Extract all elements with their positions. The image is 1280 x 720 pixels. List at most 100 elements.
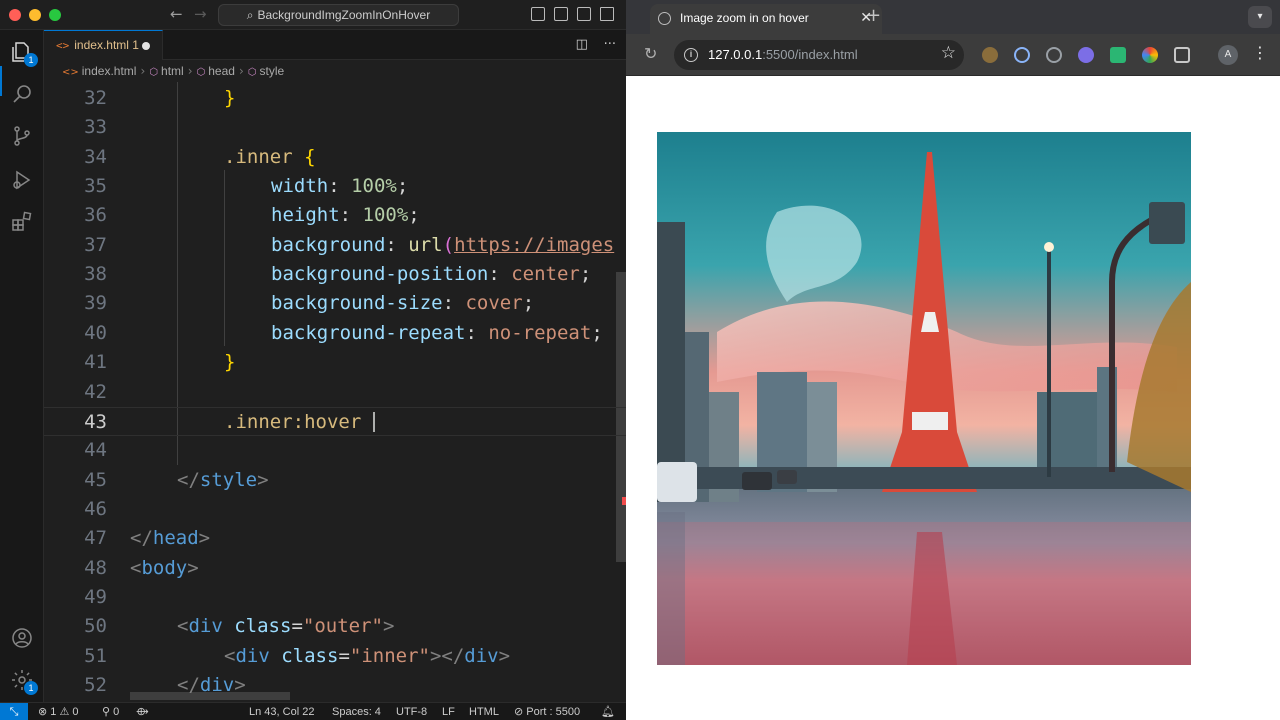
extension-redux-icon[interactable]: [1078, 47, 1094, 63]
code-line[interactable]: 52 </div>: [44, 671, 626, 700]
extensions-puzzle-icon[interactable]: [1174, 47, 1190, 63]
close-window-button[interactable]: [9, 9, 21, 21]
code-text: <div class="inner"></div>: [224, 644, 511, 667]
code-text: width: 100%;: [271, 175, 409, 198]
code-editor[interactable]: 32} 33 34 .inner { 35 width: 100%; 36 height: 1…: [44, 82, 626, 702]
code-line[interactable]: 51 <div class="inner"></div>: [44, 642, 626, 671]
more-actions-icon[interactable]: ···: [604, 37, 616, 52]
code-line[interactable]: 46: [44, 495, 626, 524]
bookmark-star-icon[interactable]: ☆: [941, 43, 956, 63]
outer-container: [657, 132, 1191, 665]
code-line[interactable]: 32}: [44, 84, 626, 113]
browser-menu-icon[interactable]: ⋮: [1252, 43, 1268, 62]
line-number: 35: [84, 175, 107, 198]
code-text: height: 100%;: [271, 204, 420, 227]
code-line[interactable]: 41}: [44, 348, 626, 377]
maximize-window-button[interactable]: [49, 9, 61, 21]
code-line[interactable]: 36 height: 100%;: [44, 201, 626, 230]
accounts-icon[interactable]: [10, 626, 34, 650]
code-text: </head>: [130, 527, 211, 550]
line-number: 40: [84, 321, 107, 344]
extension-vue-icon[interactable]: [1110, 47, 1126, 63]
screen: ← → ⌕ BackgroundImgZoomInOnHover 1 1 <> …: [0, 0, 1280, 720]
code-line[interactable]: 43 .inner:hover: [44, 406, 626, 436]
code-line[interactable]: 47 </head>: [44, 524, 626, 553]
new-tab-button[interactable]: +: [866, 5, 881, 26]
code-line[interactable]: 39 background-size: cover;: [44, 289, 626, 318]
code-line[interactable]: 42: [44, 378, 626, 407]
remote-indicator-icon[interactable]: ⤡: [0, 703, 28, 720]
tab-search-chevron-down-icon[interactable]: ▾: [1248, 6, 1272, 28]
code-line[interactable]: 40 background-repeat: no-repeat;: [44, 319, 626, 348]
notifications-bell-icon[interactable]: 🔔︎: [601, 703, 615, 720]
toggle-secondary-sidebar-icon[interactable]: [577, 7, 591, 21]
code-line[interactable]: 48 <body>: [44, 554, 626, 583]
toggle-panel-icon[interactable]: [554, 7, 568, 21]
code-text: background-repeat: no-repeat;: [271, 321, 603, 344]
back-arrow-icon[interactable]: ←: [170, 5, 183, 23]
code-line[interactable]: 45 </style>: [44, 466, 626, 495]
reload-icon[interactable]: ↻: [644, 44, 657, 63]
cursor-position[interactable]: Ln 43, Col 22: [249, 703, 314, 720]
breadcrumb-item-style[interactable]: style: [259, 64, 284, 78]
tokyo-tower-background-image[interactable]: [657, 132, 1191, 665]
extensions-icon[interactable]: [10, 210, 34, 234]
eol-status[interactable]: LF: [442, 703, 455, 720]
customize-layout-icon[interactable]: [600, 7, 614, 21]
code-line[interactable]: 50 <div class="outer">: [44, 612, 626, 641]
search-icon[interactable]: [10, 82, 34, 106]
code-line[interactable]: 33: [44, 113, 626, 142]
code-text: }: [224, 351, 236, 374]
extension-circle-icon[interactable]: [1046, 47, 1062, 63]
browser-tab-active[interactable]: Image zoom in on hover ✕: [650, 4, 882, 34]
explorer-icon[interactable]: 1: [10, 40, 38, 67]
settings-gear-icon[interactable]: 1: [10, 668, 38, 695]
toggle-sidebar-icon[interactable]: [531, 7, 545, 21]
code-text: background-position: center;: [271, 263, 592, 286]
line-number: 48: [84, 556, 107, 579]
vscode-titlebar: ← → ⌕ BackgroundImgZoomInOnHover: [0, 0, 626, 30]
profile-avatar[interactable]: A: [1218, 45, 1238, 65]
language-mode[interactable]: HTML: [469, 703, 499, 720]
address-bar[interactable]: i 127.0.0.1:5500/index.html ☆: [674, 40, 964, 70]
problems-status[interactable]: ⊗ 1 ⚠ 0: [38, 703, 79, 720]
warning-icon: ⚠: [59, 705, 70, 718]
source-control-icon[interactable]: [10, 124, 34, 148]
run-debug-icon[interactable]: [10, 168, 34, 192]
globe-icon: [658, 12, 671, 25]
element-icon: ⬡: [149, 67, 159, 78]
unsaved-dot-icon[interactable]: [142, 42, 150, 50]
code-line[interactable]: 44: [44, 436, 626, 465]
code-line[interactable]: 49: [44, 583, 626, 612]
code-line[interactable]: 38 background-position: center;: [44, 260, 626, 289]
tab-index-html[interactable]: <> index.html 1: [44, 30, 163, 60]
line-number: 52: [84, 674, 107, 696]
extension-react-icon[interactable]: [1014, 47, 1030, 63]
split-editor-icon[interactable]: ◫: [576, 37, 588, 52]
code-line[interactable]: 34 .inner {: [44, 143, 626, 172]
line-number: 42: [84, 380, 107, 403]
ports-status[interactable]: ⚲ 0: [102, 703, 119, 720]
minimize-window-button[interactable]: [29, 9, 41, 21]
code-line[interactable]: 37 background: url(https://images: [44, 231, 626, 260]
breadcrumb-item-html[interactable]: html: [161, 64, 184, 78]
url-text[interactable]: 127.0.0.1:5500/index.html: [708, 40, 858, 70]
encoding-status[interactable]: UTF-8: [396, 703, 427, 720]
site-info-icon[interactable]: i: [684, 48, 698, 62]
indentation-status[interactable]: Spaces: 4: [332, 703, 381, 720]
extension-cookie-icon[interactable]: [982, 47, 998, 63]
breadcrumb-item-file[interactable]: index.html: [82, 64, 137, 78]
command-center-search[interactable]: ⌕ BackgroundImgZoomInOnHover: [218, 4, 459, 26]
live-share-icon[interactable]: ⟴: [136, 703, 149, 720]
code-line[interactable]: 35 width: 100%;: [44, 172, 626, 201]
extension-color-picker-icon[interactable]: [1142, 47, 1158, 63]
code-text: background-size: cover;: [271, 292, 535, 315]
forward-arrow-icon[interactable]: →: [194, 5, 207, 23]
line-number: 41: [84, 351, 107, 374]
live-server-port[interactable]: ⊘ Port : 5500: [514, 703, 580, 720]
breadcrumb-item-head[interactable]: head: [208, 64, 235, 78]
activity-bar: 1 1: [0, 30, 44, 702]
html-file-icon: <>: [56, 39, 70, 52]
code-text: <body>: [130, 556, 199, 579]
browser-tab-title: Image zoom in on hover: [680, 11, 809, 25]
